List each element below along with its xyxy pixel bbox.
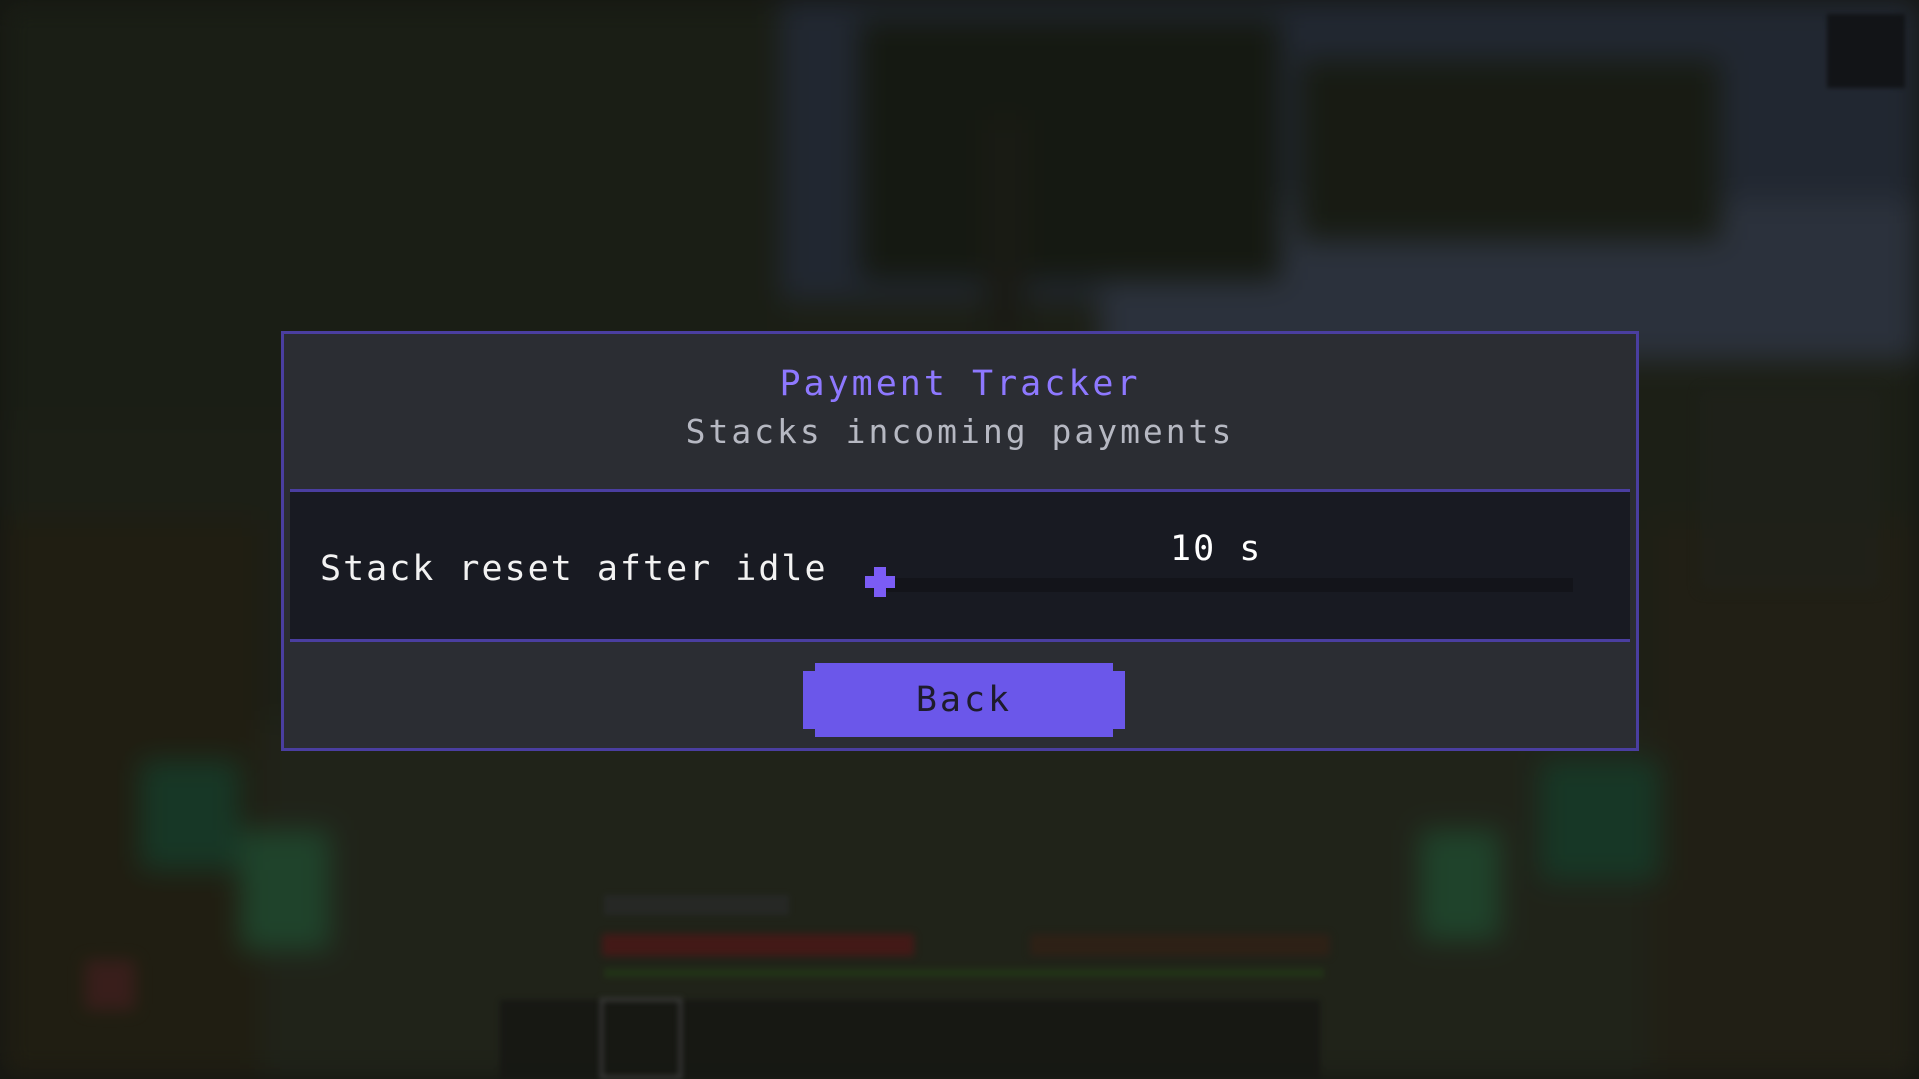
footer-divider	[290, 639, 1630, 642]
stack-reset-slider-track[interactable]	[873, 578, 1573, 592]
setting-row-stack-reset: Stack reset after idle 10 s	[290, 492, 1630, 639]
dialog-title: Payment Tracker	[779, 364, 1141, 404]
setting-label: Stack reset after idle	[320, 549, 828, 589]
slider-knob-icon[interactable]	[863, 565, 897, 599]
dialog-header: Payment Tracker Stacks incoming payments	[284, 334, 1636, 492]
slider-value-readout: 10 s	[1170, 529, 1263, 569]
back-button[interactable]: Back	[803, 663, 1125, 737]
dialog-subtitle: Stacks incoming payments	[685, 412, 1235, 451]
game-screen: Payment Tracker Stacks incoming payments…	[0, 0, 1919, 1079]
settings-dialog: Payment Tracker Stacks incoming payments…	[281, 331, 1639, 751]
